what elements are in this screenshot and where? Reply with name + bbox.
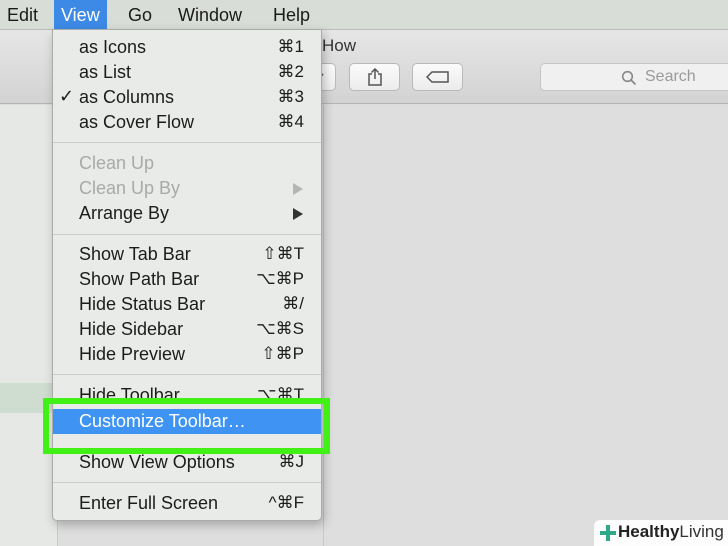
menu-item-shortcut: ⌘3 — [277, 87, 304, 106]
menu-item-as-columns[interactable]: ✓ as Columns ⌘3 — [53, 85, 321, 110]
search-field[interactable]: Search — [540, 63, 728, 91]
watermark-text: HealthyLiving — [618, 522, 724, 542]
menu-separator — [53, 482, 321, 483]
menu-item-hide-preview[interactable]: Hide Preview ⇧⌘P — [53, 342, 321, 367]
highlight-annotation-box — [43, 398, 330, 454]
sidebar — [0, 105, 58, 546]
menu-view[interactable]: View — [54, 0, 107, 30]
menu-separator — [53, 234, 321, 235]
search-placeholder: Search — [645, 68, 696, 85]
menu-separator — [53, 374, 321, 375]
submenu-arrow-icon — [293, 183, 303, 195]
menu-item-shortcut: ⌥⌘S — [256, 319, 304, 338]
menu-item-label: as List — [79, 62, 132, 82]
menu-item-hide-status-bar[interactable]: Hide Status Bar ⌘/ — [53, 292, 321, 317]
menu-help[interactable]: Help — [266, 0, 317, 30]
menu-item-as-icons[interactable]: as Icons ⌘1 — [53, 35, 321, 60]
submenu-arrow-icon — [293, 208, 303, 220]
menu-item-label: as Cover Flow — [79, 112, 195, 132]
menu-item-shortcut: ⌘/ — [282, 294, 304, 313]
menu-item-as-list[interactable]: as List ⌘2 — [53, 60, 321, 85]
menu-item-clean-up: Clean Up — [53, 151, 321, 176]
menu-item-show-tab-bar[interactable]: Show Tab Bar ⇧⌘T — [53, 242, 321, 267]
menu-item-label: as Icons — [79, 37, 147, 57]
menu-item-shortcut: ⌘2 — [277, 62, 304, 81]
menu-item-label: Show Tab Bar — [79, 244, 191, 264]
menu-item-shortcut: ⌘4 — [277, 112, 304, 131]
share-button[interactable] — [349, 63, 400, 91]
watermark-brand-regular: Living — [679, 522, 724, 541]
menu-item-shortcut: ⇧⌘P — [261, 344, 304, 363]
menu-item-label: as Columns — [79, 87, 175, 107]
menu-item-enter-full-screen[interactable]: Enter Full Screen ^⌘F — [53, 491, 321, 516]
search-icon — [621, 70, 637, 86]
checkmark-icon: ✓ — [59, 86, 75, 106]
menu-item-label: Show Path Bar — [79, 269, 200, 289]
watermark-brand-bold: Healthy — [618, 522, 680, 541]
menu-window[interactable]: Window — [171, 0, 249, 30]
menu-separator — [53, 142, 321, 143]
plus-leaf-icon — [600, 525, 616, 541]
watermark: HealthyLiving — [594, 520, 728, 546]
menu-item-label: Enter Full Screen — [79, 493, 219, 513]
menu-item-hide-sidebar[interactable]: Hide Sidebar ⌥⌘S — [53, 317, 321, 342]
menu-item-as-cover-flow[interactable]: as Cover Flow ⌘4 — [53, 110, 321, 135]
share-icon — [367, 68, 382, 86]
menu-item-clean-up-by: Clean Up By — [53, 176, 321, 201]
menu-item-shortcut: ^⌘F — [268, 493, 304, 512]
menu-item-arrange-by[interactable]: Arrange By — [53, 201, 321, 226]
tag-button[interactable] — [412, 63, 463, 91]
tag-icon — [425, 71, 449, 83]
menu-item-label: Arrange By — [79, 203, 170, 223]
column-divider[interactable] — [323, 105, 324, 546]
menu-item-shortcut: ⇧⌘T — [262, 244, 304, 263]
menu-item-label: Clean Up — [79, 153, 155, 173]
menu-item-label: Hide Status Bar — [79, 294, 206, 314]
menu-item-label: Hide Sidebar — [79, 319, 184, 339]
menu-item-shortcut: ⌘J — [278, 452, 305, 471]
window-title: How — [322, 36, 357, 55]
menu-item-label: Clean Up By — [79, 178, 181, 198]
menu-item-label: Show View Options — [79, 452, 235, 472]
menu-bar: Edit View Go Window Help — [0, 0, 728, 30]
menu-item-show-path-bar[interactable]: Show Path Bar ⌥⌘P — [53, 267, 321, 292]
menu-go[interactable]: Go — [121, 0, 159, 30]
menu-item-label: Hide Preview — [79, 344, 186, 364]
menu-item-shortcut: ⌘1 — [277, 37, 304, 56]
menu-item-shortcut: ⌥⌘P — [256, 269, 304, 288]
menu-edit[interactable]: Edit — [0, 0, 45, 30]
